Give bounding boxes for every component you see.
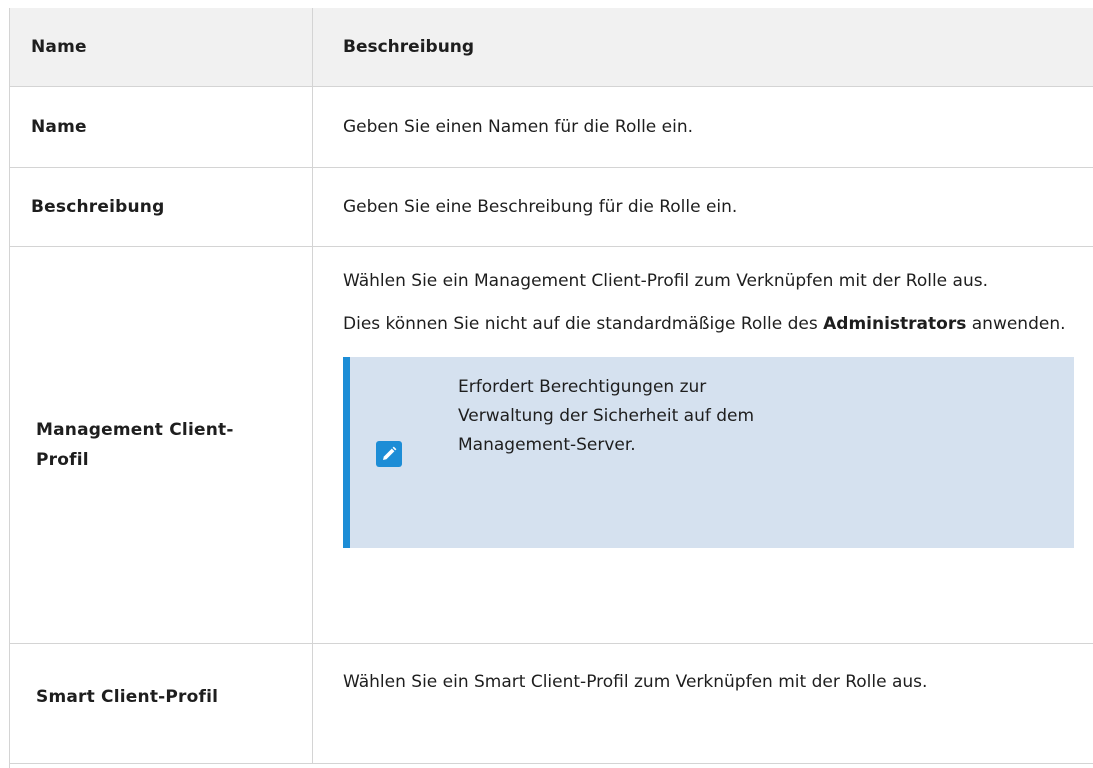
- description-p2-prefix: Dies können Sie nicht auf die standardmä…: [343, 314, 824, 334]
- table-row: Beschreibung Geben Sie eine Beschreibung…: [10, 168, 1093, 247]
- description-paragraph-1: Wählen Sie ein Management Client-Profil …: [343, 271, 988, 291]
- row-description-cell: Geben Sie einen Namen für die Rolle ein.: [313, 87, 1093, 167]
- administrators-bold-text: Administrators: [823, 314, 967, 334]
- table-row: Name Geben Sie einen Namen für die Rolle…: [10, 87, 1093, 168]
- description-p2-suffix: anwenden.: [966, 314, 1066, 334]
- description-paragraph-2: Dies können Sie nicht auf die standardmä…: [343, 310, 1087, 339]
- note-box: Erfordert Berechtigungen zur Verwaltung …: [343, 357, 1074, 548]
- row-description-cell: Wählen Sie ein Smart Client-Profil zum V…: [313, 644, 1093, 763]
- description-text: Geben Sie eine Beschreibung für die Roll…: [343, 196, 738, 217]
- note-text: Erfordert Berechtigungen zur Verwaltung …: [458, 377, 755, 455]
- edit-note-icon: [376, 441, 402, 467]
- column-header-name: Name: [10, 8, 313, 86]
- roles-properties-table: Name Beschreibung Name Geben Sie einen N…: [9, 8, 1093, 768]
- row-name-label: Management Client-Profil: [36, 420, 234, 470]
- table-header-row: Name Beschreibung: [10, 8, 1093, 87]
- description-text: Geben Sie einen Namen für die Rolle ein.: [343, 116, 694, 137]
- column-header-description: Beschreibung: [343, 36, 475, 57]
- row-description-cell: Geben Sie eine Beschreibung für die Roll…: [313, 168, 1093, 246]
- table-row: Management Client-Profil Wählen Sie ein …: [10, 247, 1093, 644]
- row-description-cell: Wählen Sie ein Management Client-Profil …: [313, 247, 1093, 643]
- row-name-cell: Smart Client-Profil: [10, 644, 313, 763]
- description-text: Wählen Sie ein Smart Client-Profil zum V…: [343, 672, 928, 692]
- row-name-cell: Beschreibung: [10, 168, 313, 246]
- row-name-cell: Management Client-Profil: [10, 247, 313, 643]
- row-name-cell: Name: [10, 87, 313, 167]
- table-row: Smart Client-Profil Wählen Sie ein Smart…: [10, 644, 1093, 764]
